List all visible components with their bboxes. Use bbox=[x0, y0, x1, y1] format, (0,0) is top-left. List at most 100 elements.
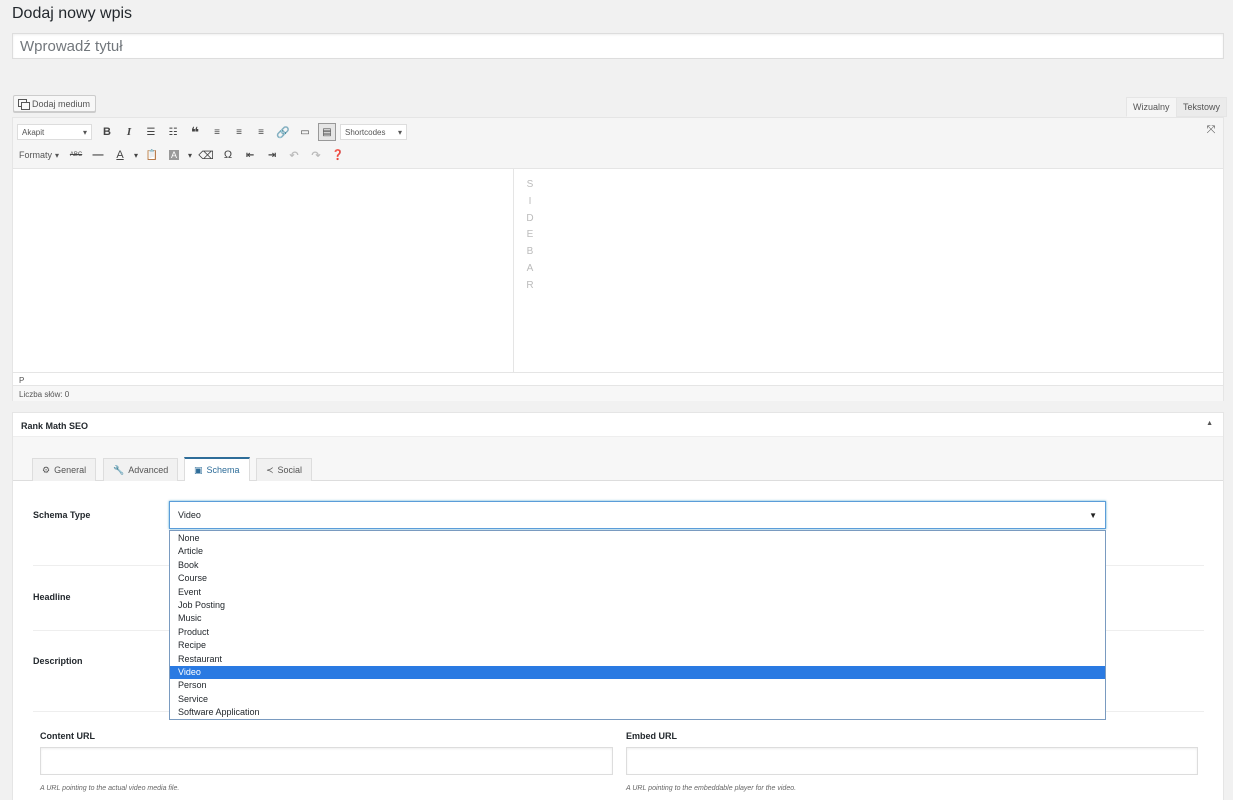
italic-icon[interactable]: I bbox=[118, 123, 140, 141]
bullet-list-icon[interactable]: ☰ bbox=[140, 123, 162, 141]
dropdown-option[interactable]: Book bbox=[170, 559, 1105, 572]
editor-content-area[interactable]: S I D E B A R bbox=[13, 169, 1223, 372]
dropdown-option[interactable]: Software Application bbox=[170, 706, 1105, 719]
toolbar-toggle-icon[interactable]: ▤ bbox=[318, 123, 336, 141]
shortcodes-select[interactable]: Shortcodes ▾ bbox=[340, 124, 407, 140]
tab-schema[interactable]: ▣ Schema bbox=[184, 457, 250, 481]
column-divider bbox=[513, 169, 514, 372]
strikethrough-icon[interactable]: ABC bbox=[65, 146, 87, 164]
tab-schema-label: Schema bbox=[206, 465, 240, 475]
embed-url-help: A URL pointing to the embeddable player … bbox=[626, 785, 797, 792]
headline-label: Headline bbox=[33, 592, 71, 602]
sidebar-letter: D bbox=[526, 212, 534, 224]
chevron-down-icon: ▾ bbox=[82, 127, 87, 137]
sidebar-letter: E bbox=[526, 229, 534, 241]
schema-icon: ▣ bbox=[194, 464, 203, 475]
embed-url-label: Embed URL bbox=[626, 731, 678, 741]
tab-visual[interactable]: Wizualny bbox=[1126, 97, 1177, 117]
help-icon[interactable]: ❓ bbox=[327, 146, 349, 164]
dropdown-option[interactable]: Music bbox=[170, 612, 1105, 625]
dropdown-option[interactable]: Article bbox=[170, 545, 1105, 558]
dropdown-option[interactable]: Person bbox=[170, 679, 1105, 692]
tab-advanced-label: Advanced bbox=[128, 465, 169, 475]
dropdown-option[interactable]: Course bbox=[170, 572, 1105, 585]
outdent-icon[interactable]: ⇤ bbox=[239, 146, 261, 164]
eraser-icon[interactable]: ⌫ bbox=[195, 146, 217, 164]
metabox-header[interactable]: Rank Math SEO ▲ bbox=[13, 413, 1223, 437]
toolbar-row-2: Formaty ▾ ABC — A ▾ 📋 A ▾ ⌫ Ω ⇤ ⇥ ↶ ↷ ❓ bbox=[17, 146, 349, 164]
rank-math-metabox: Rank Math SEO ▲ ⚙ General 🔧 Advanced ▣ S… bbox=[12, 412, 1224, 800]
paragraph-select[interactable]: Akapit ▾ bbox=[17, 124, 92, 140]
align-center-icon[interactable]: ≡ bbox=[228, 123, 250, 141]
fullscreen-icon[interactable]: ⤧ bbox=[1205, 124, 1217, 136]
tab-general[interactable]: ⚙ General bbox=[32, 458, 97, 481]
post-title-input[interactable]: Wprowadź tytuł bbox=[12, 33, 1224, 59]
tab-general-label: General bbox=[54, 465, 87, 475]
post-editor: Akapit ▾ B I ☰ ☷ ❝ ≡ ≡ ≡ 🔗 ▭ ▤ Shortcode… bbox=[12, 117, 1224, 401]
link-icon[interactable]: 🔗 bbox=[272, 123, 294, 141]
description-label: Description bbox=[33, 656, 83, 666]
add-media-label: Dodaj medium bbox=[32, 98, 91, 109]
dropdown-option[interactable]: Restaurant bbox=[170, 653, 1105, 666]
schema-type-label: Schema Type bbox=[33, 510, 91, 520]
undo-icon[interactable]: ↶ bbox=[283, 146, 305, 164]
chevron-down-icon: ▼ bbox=[1089, 510, 1097, 520]
text-color-icon[interactable]: A bbox=[109, 146, 131, 164]
share-icon: ≺ bbox=[266, 464, 274, 475]
dropdown-option[interactable]: Recipe bbox=[170, 639, 1105, 652]
content-url-help: A URL pointing to the actual video media… bbox=[40, 785, 180, 792]
background-color-icon[interactable]: A bbox=[163, 146, 185, 164]
content-url-input[interactable] bbox=[40, 747, 613, 775]
media-icon bbox=[18, 99, 30, 110]
schema-type-select[interactable]: Video ▼ bbox=[169, 501, 1106, 529]
formats-menu[interactable]: Formaty ▾ bbox=[17, 150, 65, 160]
page-title: Dodaj nowy wpis bbox=[12, 5, 133, 22]
collapse-arrow-icon[interactable]: ▲ bbox=[1206, 420, 1213, 427]
chevron-down-icon[interactable]: ▾ bbox=[131, 146, 141, 164]
align-left-icon[interactable]: ≡ bbox=[206, 123, 228, 141]
tab-social-label: Social bbox=[277, 465, 303, 475]
embed-url-input[interactable] bbox=[626, 747, 1198, 775]
chevron-down-icon: ▾ bbox=[55, 150, 60, 160]
read-more-icon[interactable]: ▭ bbox=[294, 123, 316, 141]
dropdown-option[interactable]: Event bbox=[170, 586, 1105, 599]
schema-type-value: Video bbox=[178, 510, 201, 520]
special-character-icon[interactable]: Ω bbox=[217, 146, 239, 164]
dropdown-option-selected[interactable]: Video bbox=[170, 665, 1105, 680]
wrench-icon: 🔧 bbox=[113, 464, 125, 475]
paste-text-icon[interactable]: 📋 bbox=[141, 146, 163, 164]
dropdown-option[interactable]: None bbox=[170, 532, 1105, 545]
sidebar-letter: A bbox=[526, 262, 534, 274]
dropdown-option[interactable]: Product bbox=[170, 626, 1105, 639]
sidebar-letter: I bbox=[528, 195, 532, 207]
indent-icon[interactable]: ⇥ bbox=[261, 146, 283, 164]
word-count: Liczba słów: 0 bbox=[13, 385, 1223, 401]
tab-text[interactable]: Tekstowy bbox=[1176, 97, 1228, 117]
redo-icon[interactable]: ↷ bbox=[305, 146, 327, 164]
element-path: P bbox=[13, 372, 1223, 385]
editor-toolbar: Akapit ▾ B I ☰ ☷ ❝ ≡ ≡ ≡ 🔗 ▭ ▤ Shortcode… bbox=[13, 118, 1223, 169]
tab-social[interactable]: ≺ Social bbox=[256, 458, 313, 481]
bold-icon[interactable]: B bbox=[96, 123, 118, 141]
sidebar-letter: S bbox=[526, 179, 534, 190]
numbered-list-icon[interactable]: ☷ bbox=[162, 123, 184, 141]
sidebar-letter: R bbox=[526, 279, 534, 291]
dropdown-option[interactable]: Service bbox=[170, 693, 1105, 706]
seo-tabs: ⚙ General 🔧 Advanced ▣ Schema ≺ Social bbox=[13, 437, 1223, 481]
schema-type-dropdown[interactable]: None Article Book Course Event Job Posti… bbox=[169, 530, 1106, 720]
chevron-down-icon[interactable]: ▾ bbox=[185, 146, 195, 164]
add-media-button[interactable]: Dodaj medium bbox=[13, 95, 97, 112]
shortcodes-select-value: Shortcodes bbox=[345, 127, 386, 137]
toolbar-row-1: Akapit ▾ B I ☰ ☷ ❝ ≡ ≡ ≡ 🔗 ▭ ▤ Shortcode… bbox=[17, 123, 411, 141]
align-right-icon[interactable]: ≡ bbox=[250, 123, 272, 141]
tab-advanced[interactable]: 🔧 Advanced bbox=[103, 458, 179, 481]
dropdown-option[interactable]: Job Posting bbox=[170, 599, 1105, 612]
metabox-title: Rank Math SEO bbox=[21, 421, 89, 431]
horizontal-line-icon[interactable]: — bbox=[87, 146, 109, 164]
content-url-label: Content URL bbox=[40, 731, 95, 741]
gear-icon: ⚙ bbox=[42, 464, 51, 475]
sidebar-letter: B bbox=[526, 246, 534, 258]
paragraph-select-value: Akapit bbox=[22, 127, 45, 137]
formats-label: Formaty bbox=[19, 150, 53, 160]
blockquote-icon[interactable]: ❝ bbox=[184, 123, 206, 141]
